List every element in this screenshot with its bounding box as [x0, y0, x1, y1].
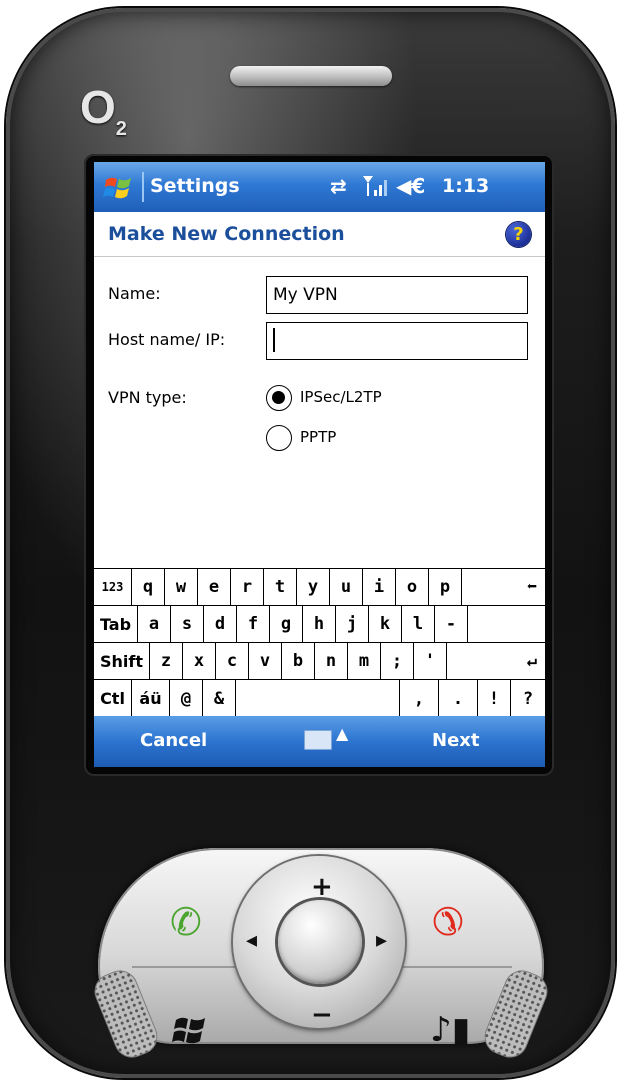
key-m[interactable]: m	[348, 643, 381, 680]
key-accents[interactable]: áü	[132, 680, 170, 717]
next-softkey[interactable]: Next	[432, 730, 480, 751]
key-i[interactable]: i	[363, 569, 396, 606]
clock-time[interactable]: 1:13	[442, 175, 489, 197]
vpn-type-label: VPN type:	[108, 388, 187, 407]
key-o[interactable]: o	[396, 569, 429, 606]
key-n[interactable]: n	[315, 643, 348, 680]
key-backspace[interactable]: ⬅	[462, 569, 545, 606]
brand-logo: O2	[80, 81, 127, 140]
key-hyphen[interactable]: -	[435, 606, 468, 643]
app-title[interactable]: Settings	[150, 175, 240, 197]
keyboard-icon[interactable]	[304, 730, 332, 750]
dpad-left-icon[interactable]: ◂	[246, 928, 257, 953]
media-player-button[interactable]: ♪▮	[430, 1010, 470, 1050]
screen: Settings ⇄ ◀€ 1:13 Make New Connection ?…	[94, 162, 545, 767]
signal-strength-icon[interactable]	[362, 174, 388, 198]
windows-start-button[interactable]	[170, 1014, 210, 1050]
call-red-button[interactable]: ✆	[432, 900, 464, 944]
key-j[interactable]: j	[336, 606, 369, 643]
key-c[interactable]: c	[216, 643, 249, 680]
status-separator	[142, 172, 144, 202]
key-period[interactable]: .	[439, 680, 478, 717]
key-k[interactable]: k	[369, 606, 402, 643]
page-header: Make New Connection ?	[94, 212, 545, 257]
key-enter-upper[interactable]	[468, 606, 545, 643]
key-semicolon[interactable]: ;	[381, 643, 414, 680]
key-x[interactable]: x	[183, 643, 216, 680]
input-panel-arrow-icon[interactable]: ▲	[336, 724, 348, 743]
key-ctl[interactable]: Ctl	[94, 680, 132, 717]
key-l[interactable]: l	[402, 606, 435, 643]
key-question[interactable]: ?	[511, 680, 545, 717]
key-tab[interactable]: Tab	[94, 606, 138, 643]
key-a[interactable]: a	[138, 606, 171, 643]
key-p[interactable]: p	[429, 569, 462, 606]
key-123[interactable]: 123	[94, 569, 132, 606]
key-e[interactable]: e	[198, 569, 231, 606]
key-f[interactable]: f	[237, 606, 270, 643]
connectivity-icon[interactable]: ⇄	[330, 174, 347, 198]
windows-flag-icon[interactable]	[102, 172, 136, 202]
radio-ipsec-l2tp[interactable]	[266, 385, 292, 411]
host-label: Host name/ IP:	[108, 330, 226, 349]
key-b[interactable]: b	[282, 643, 315, 680]
key-v[interactable]: v	[249, 643, 282, 680]
key-g[interactable]: g	[270, 606, 303, 643]
volume-icon[interactable]: ◀€	[396, 174, 425, 198]
dpad-down-icon[interactable]: −	[311, 1000, 333, 1030]
earpiece-speaker	[230, 66, 392, 86]
call-green-button[interactable]: ✆	[170, 900, 202, 944]
key-r[interactable]: r	[231, 569, 264, 606]
key-w[interactable]: w	[165, 569, 198, 606]
text-caret	[273, 327, 275, 352]
dpad-right-icon[interactable]: ▸	[376, 928, 387, 953]
key-at[interactable]: @	[170, 680, 203, 717]
key-u[interactable]: u	[330, 569, 363, 606]
key-q[interactable]: q	[132, 569, 165, 606]
dpad-center-button[interactable]	[278, 900, 362, 984]
name-label: Name:	[108, 284, 161, 303]
key-t[interactable]: t	[264, 569, 297, 606]
key-enter[interactable]: ↵	[447, 643, 545, 680]
radio-pptp[interactable]	[266, 425, 292, 451]
dpad-up-icon[interactable]: +	[311, 872, 333, 902]
radio-pptp-label[interactable]: PPTP	[300, 428, 336, 446]
key-s[interactable]: s	[171, 606, 204, 643]
name-input[interactable]: My VPN	[266, 276, 528, 314]
key-shift[interactable]: Shift	[94, 643, 150, 680]
host-input[interactable]	[266, 322, 528, 360]
key-apostrophe[interactable]: '	[414, 643, 447, 680]
key-comma[interactable]: ,	[400, 680, 439, 717]
page-title: Make New Connection	[108, 223, 345, 245]
softkey-bar: Cancel ▲ Next	[94, 716, 545, 767]
key-h[interactable]: h	[303, 606, 336, 643]
cancel-softkey[interactable]: Cancel	[140, 730, 207, 751]
soft-keyboard: 123 q w e r t y u i o p ⬅ Tab a s d f g …	[94, 568, 545, 717]
key-space[interactable]	[236, 680, 400, 717]
radio-ipsec-l2tp-label[interactable]: IPSec/L2TP	[300, 388, 382, 406]
help-icon[interactable]: ?	[506, 222, 531, 247]
key-d[interactable]: d	[204, 606, 237, 643]
key-z[interactable]: z	[150, 643, 183, 680]
key-ampersand[interactable]: &	[203, 680, 236, 717]
key-exclamation[interactable]: !	[478, 680, 511, 717]
status-bar: Settings ⇄ ◀€ 1:13	[94, 162, 545, 212]
key-y[interactable]: y	[297, 569, 330, 606]
